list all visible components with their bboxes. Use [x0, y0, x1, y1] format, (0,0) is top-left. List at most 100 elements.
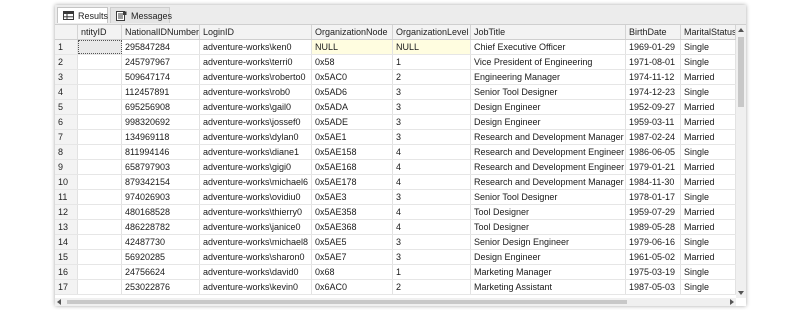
table-cell[interactable]: 295847284 [122, 40, 200, 54]
table-cell[interactable]: Single [681, 40, 736, 54]
table-cell[interactable]: Single [681, 190, 736, 204]
table-cell[interactable]: adventure-works\michael8 [200, 235, 312, 249]
table-cell[interactable]: Research and Development Manager [471, 175, 626, 189]
row-number[interactable]: 17 [55, 280, 78, 294]
table-cell[interactable]: 1978-01-17 [626, 190, 681, 204]
table-cell[interactable] [78, 280, 122, 294]
table-cell[interactable]: Married [681, 130, 736, 144]
table-cell[interactable]: 245797967 [122, 55, 200, 69]
table-cell[interactable] [78, 265, 122, 279]
scroll-down-arrow-icon[interactable] [738, 291, 744, 295]
table-cell[interactable]: 1974-12-23 [626, 85, 681, 99]
table-cell[interactable] [78, 220, 122, 234]
vertical-scrollbar[interactable] [736, 25, 746, 298]
table-cell[interactable]: Single [681, 145, 736, 159]
table-cell[interactable]: 974026903 [122, 190, 200, 204]
table-cell[interactable]: adventure-works\jossef0 [200, 115, 312, 129]
table-cell[interactable]: 0x5AE158 [312, 145, 393, 159]
table-cell[interactable]: 253022876 [122, 280, 200, 294]
row-number[interactable]: 1 [55, 40, 78, 54]
table-cell[interactable]: 4 [393, 145, 471, 159]
table-cell[interactable]: Design Engineer [471, 115, 626, 129]
table-cell[interactable]: adventure-works\david0 [200, 265, 312, 279]
table-cell[interactable]: Married [681, 205, 736, 219]
table-cell[interactable]: 1975-03-19 [626, 265, 681, 279]
table-cell[interactable]: NULL [393, 40, 471, 54]
table-cell[interactable]: 3 [393, 235, 471, 249]
row-number[interactable]: 15 [55, 250, 78, 264]
table-cell[interactable] [78, 130, 122, 144]
table-cell[interactable]: Tool Designer [471, 205, 626, 219]
table-cell[interactable]: Engineering Manager [471, 70, 626, 84]
table-cell[interactable]: 4 [393, 205, 471, 219]
row-number[interactable]: 9 [55, 160, 78, 174]
table-cell[interactable]: 4 [393, 220, 471, 234]
table-cell[interactable]: 879342154 [122, 175, 200, 189]
table-cell[interactable]: 0x5AD6 [312, 85, 393, 99]
table-cell[interactable]: 1987-05-03 [626, 280, 681, 294]
table-cell[interactable]: Married [681, 115, 736, 129]
table-cell[interactable] [78, 175, 122, 189]
table-cell[interactable]: Married [681, 220, 736, 234]
table-cell[interactable] [78, 55, 122, 69]
horizontal-scrollbar[interactable] [55, 298, 736, 306]
table-cell[interactable]: 2 [393, 70, 471, 84]
table-cell[interactable]: Single [681, 85, 736, 99]
table-cell[interactable]: adventure-works\thierry0 [200, 205, 312, 219]
tab-messages[interactable]: Messages [110, 7, 172, 23]
row-number[interactable]: 12 [55, 205, 78, 219]
vertical-scroll-thumb[interactable] [738, 37, 744, 107]
table-cell[interactable]: Married [681, 175, 736, 189]
table-cell[interactable]: 1961-05-02 [626, 250, 681, 264]
table-cell[interactable]: Senior Design Engineer [471, 235, 626, 249]
table-cell[interactable]: 3 [393, 190, 471, 204]
tab-results[interactable]: Results [57, 7, 108, 23]
row-number[interactable]: 7 [55, 130, 78, 144]
table-cell[interactable]: 486228782 [122, 220, 200, 234]
column-header[interactable]: JobTitle [471, 25, 626, 39]
scroll-right-arrow-icon[interactable] [730, 299, 734, 305]
table-cell[interactable]: adventure-works\kevin0 [200, 280, 312, 294]
table-cell[interactable]: 56920285 [122, 250, 200, 264]
table-cell[interactable]: 0x5AE358 [312, 205, 393, 219]
table-cell[interactable]: adventure-works\terri0 [200, 55, 312, 69]
table-cell[interactable]: Single [681, 265, 736, 279]
table-cell[interactable]: Marketing Manager [471, 265, 626, 279]
table-cell[interactable]: 4 [393, 175, 471, 189]
table-cell[interactable]: adventure-works\ken0 [200, 40, 312, 54]
table-cell[interactable]: 1984-11-30 [626, 175, 681, 189]
table-cell[interactable]: Single [681, 280, 736, 294]
table-cell[interactable]: adventure-works\gail0 [200, 100, 312, 114]
table-cell[interactable]: Single [681, 235, 736, 249]
table-cell[interactable]: adventure-works\ovidiu0 [200, 190, 312, 204]
table-cell[interactable]: Married [681, 250, 736, 264]
table-cell[interactable] [78, 85, 122, 99]
table-cell[interactable] [78, 145, 122, 159]
table-cell[interactable]: adventure-works\sharon0 [200, 250, 312, 264]
table-cell[interactable]: 480168528 [122, 205, 200, 219]
row-number[interactable]: 11 [55, 190, 78, 204]
row-number[interactable]: 16 [55, 265, 78, 279]
row-number[interactable]: 2 [55, 55, 78, 69]
table-cell[interactable] [78, 160, 122, 174]
table-cell[interactable]: 1979-06-16 [626, 235, 681, 249]
row-number[interactable]: 14 [55, 235, 78, 249]
table-cell[interactable]: Married [681, 100, 736, 114]
column-header[interactable]: MaritalStatus [681, 25, 736, 39]
table-cell[interactable]: 1959-07-29 [626, 205, 681, 219]
table-cell[interactable]: 998320692 [122, 115, 200, 129]
table-cell[interactable]: 42487730 [122, 235, 200, 249]
table-cell[interactable]: 1987-02-24 [626, 130, 681, 144]
table-cell[interactable] [78, 100, 122, 114]
column-header[interactable]: ntityID [78, 25, 122, 39]
table-cell[interactable]: 4 [393, 160, 471, 174]
table-cell[interactable]: Married [681, 160, 736, 174]
table-cell[interactable] [78, 235, 122, 249]
row-number[interactable]: 3 [55, 70, 78, 84]
table-cell[interactable]: Tool Designer [471, 220, 626, 234]
table-cell[interactable]: 1 [393, 265, 471, 279]
row-number[interactable]: 10 [55, 175, 78, 189]
table-cell[interactable]: 509647174 [122, 70, 200, 84]
table-cell[interactable]: Senior Tool Designer [471, 85, 626, 99]
table-cell[interactable] [78, 70, 122, 84]
